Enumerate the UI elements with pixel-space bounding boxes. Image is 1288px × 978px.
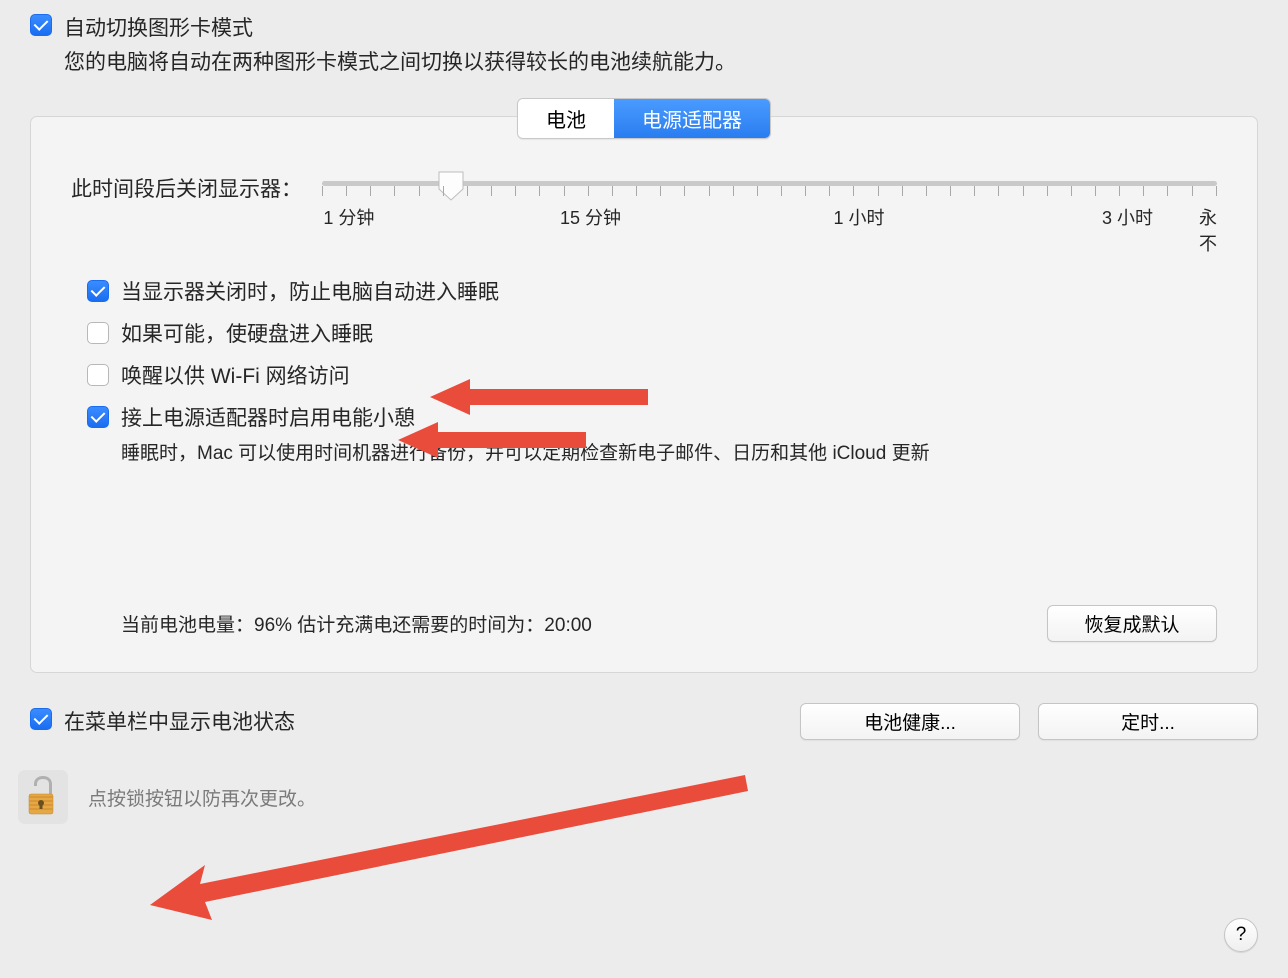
restore-defaults-button[interactable]: 恢复成默认 <box>1047 605 1217 642</box>
tick-1min: 1 分钟 <box>323 204 374 230</box>
battery-status-text: 当前电池电量：96% 估计充满电还需要的时间为：20:00 <box>121 610 592 637</box>
slider-labels: 1 分钟 15 分钟 1 小时 3 小时 永不 <box>322 204 1217 226</box>
display-off-label: 此时间段后关闭显示器： <box>71 173 302 203</box>
tab-adapter[interactable]: 电源适配器 <box>614 99 770 138</box>
tick-never: 永不 <box>1199 204 1217 256</box>
lock-open-icon <box>26 774 60 821</box>
menubar-battery-checkbox[interactable] <box>30 708 52 730</box>
wake-wifi-label: 唤醒以供 Wi-Fi 网络访问 <box>121 360 350 390</box>
power-source-tabs: 电池 电源适配器 <box>517 98 771 139</box>
hdd-sleep-label: 如果可能，使硬盘进入睡眠 <box>121 318 373 348</box>
power-nap-subtext: 睡眠时，Mac 可以使用时间机器进行备份，并可以定期检查新电子邮件、日历和其他 … <box>121 438 1217 465</box>
tab-battery[interactable]: 电池 <box>518 99 614 138</box>
battery-health-button[interactable]: 电池健康... <box>800 703 1020 740</box>
prevent-sleep-checkbox[interactable] <box>87 280 109 302</box>
gpu-auto-switch-label: 自动切换图形卡模式 <box>64 12 253 42</box>
power-nap-checkbox[interactable] <box>87 406 109 428</box>
gpu-auto-switch-subtext: 您的电脑将自动在两种图形卡模式之间切换以获得较长的电池续航能力。 <box>64 46 1258 76</box>
wake-wifi-checkbox[interactable] <box>87 364 109 386</box>
tick-1h: 1 小时 <box>833 204 884 230</box>
help-button[interactable]: ? <box>1224 918 1258 952</box>
tick-15min: 15 分钟 <box>560 204 621 230</box>
schedule-button[interactable]: 定时... <box>1038 703 1258 740</box>
hdd-sleep-checkbox[interactable] <box>87 322 109 344</box>
menubar-battery-label: 在菜单栏中显示电池状态 <box>64 706 295 736</box>
display-off-slider[interactable] <box>322 181 1217 186</box>
prevent-sleep-label: 当显示器关闭时，防止电脑自动进入睡眠 <box>121 276 499 306</box>
power-nap-label: 接上电源适配器时启用电能小憩 <box>121 402 415 432</box>
tick-3h: 3 小时 <box>1102 204 1153 230</box>
settings-panel: 电池 电源适配器 此时间段后关闭显示器： 1 分钟 15 分钟 1 小时 3 小… <box>30 116 1258 673</box>
lock-hint-text: 点按锁按钮以防再次更改。 <box>88 784 316 811</box>
lock-button[interactable] <box>18 770 68 824</box>
gpu-auto-switch-checkbox[interactable] <box>30 14 52 36</box>
